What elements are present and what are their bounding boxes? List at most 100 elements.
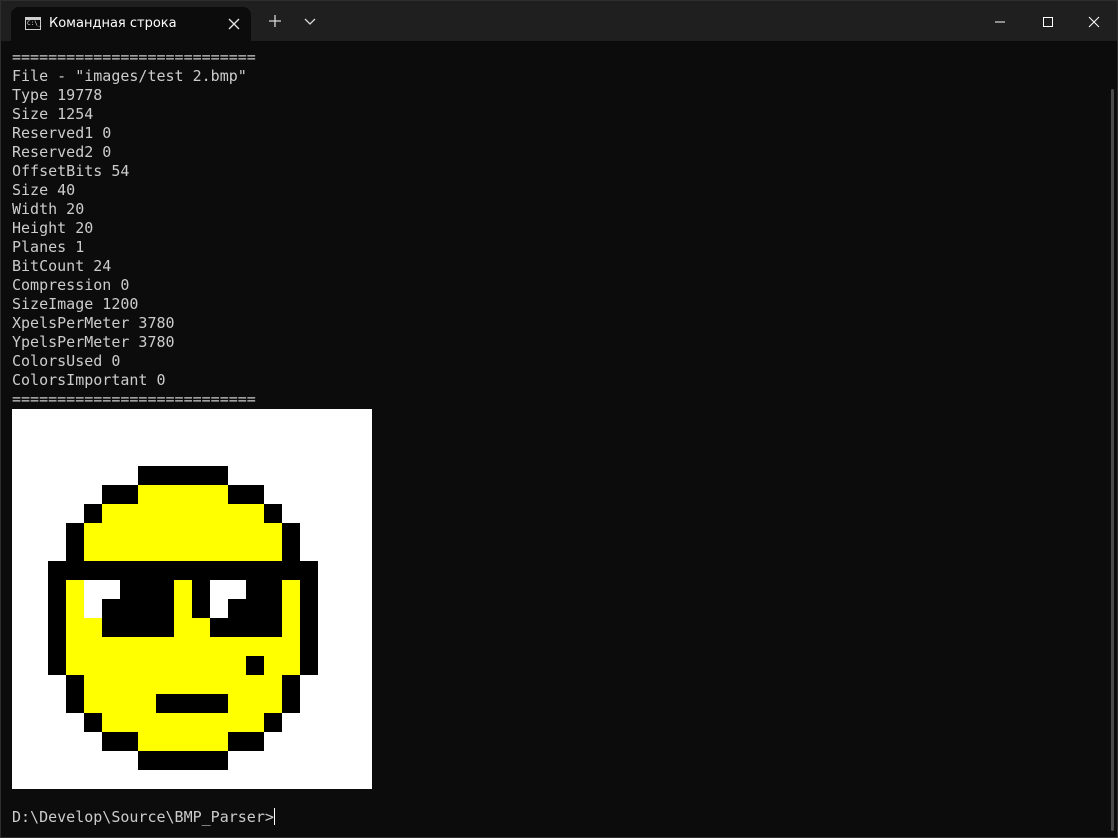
pixel — [102, 523, 120, 542]
pixel — [228, 504, 246, 523]
prompt-path: D:\Develop\Source\BMP_Parser> — [12, 808, 274, 826]
pixel — [156, 732, 174, 751]
window-close-button[interactable] — [1071, 1, 1117, 41]
minimize-icon — [995, 21, 1005, 23]
pixel — [138, 618, 156, 637]
pixel — [84, 713, 102, 732]
pixel — [282, 675, 300, 694]
pixel — [174, 504, 192, 523]
pixel — [228, 561, 246, 580]
pixel — [156, 599, 174, 618]
pixel — [84, 637, 102, 656]
console-output[interactable]: =========================== File - "image… — [12, 48, 1102, 409]
maximize-button[interactable] — [1025, 1, 1071, 41]
pixel — [66, 561, 84, 580]
pixel — [102, 713, 120, 732]
pixel — [48, 561, 66, 580]
pixel — [156, 523, 174, 542]
pixel — [138, 656, 156, 675]
pixel — [282, 656, 300, 675]
pixel — [66, 618, 84, 637]
pixel — [84, 523, 102, 542]
console-line: Size 1254 — [12, 105, 94, 123]
pixel — [174, 694, 192, 713]
console-line: Planes 1 — [12, 238, 85, 256]
pixel — [192, 485, 210, 504]
pixel — [174, 485, 192, 504]
pixel — [156, 504, 174, 523]
command-prompt-line[interactable]: D:\Develop\Source\BMP_Parser> — [12, 808, 275, 827]
pixel — [246, 561, 264, 580]
tab-command-prompt[interactable]: C:\_ Командная строка — [11, 7, 251, 41]
pixel — [120, 618, 138, 637]
scrollbar[interactable] — [1111, 89, 1114, 831]
pixel — [120, 561, 138, 580]
pixel — [174, 675, 192, 694]
pixel — [210, 637, 228, 656]
pixel — [156, 694, 174, 713]
pixel — [282, 580, 300, 599]
pixel — [246, 656, 264, 675]
pixel — [48, 656, 66, 675]
pixel — [228, 694, 246, 713]
pixel — [156, 561, 174, 580]
pixel — [246, 542, 264, 561]
tab-close-button[interactable] — [225, 15, 243, 33]
pixel — [264, 637, 282, 656]
pixel — [246, 618, 264, 637]
pixel — [300, 618, 318, 637]
console-line: Width 20 — [12, 200, 85, 218]
new-tab-button[interactable] — [261, 9, 289, 33]
pixel — [192, 751, 210, 770]
pixel — [228, 485, 246, 504]
pixel — [48, 580, 66, 599]
title-bar[interactable]: C:\_ Командная строка — [1, 1, 1117, 41]
pixel — [264, 713, 282, 732]
pixel — [300, 656, 318, 675]
pixel — [156, 485, 174, 504]
pixel — [228, 713, 246, 732]
pixel — [228, 637, 246, 656]
pixel — [282, 694, 300, 713]
pixel — [138, 523, 156, 542]
pixel — [174, 713, 192, 732]
pixel — [300, 561, 318, 580]
pixel — [210, 618, 228, 637]
pixel — [66, 637, 84, 656]
pixel — [246, 485, 264, 504]
tab-dropdown-button[interactable] — [296, 9, 324, 33]
pixel — [66, 542, 84, 561]
pixel — [282, 523, 300, 542]
pixel — [66, 656, 84, 675]
pixel — [210, 751, 228, 770]
pixel — [264, 504, 282, 523]
pixel — [228, 542, 246, 561]
pixel — [138, 580, 156, 599]
pixel — [192, 599, 210, 618]
console-line: BitCount 24 — [12, 257, 112, 275]
pixel — [192, 713, 210, 732]
pixel — [192, 732, 210, 751]
pixel — [174, 732, 192, 751]
pixel — [282, 599, 300, 618]
console-line: Reserved1 0 — [12, 124, 112, 142]
pixel — [174, 542, 192, 561]
pixel — [120, 694, 138, 713]
pixel — [102, 618, 120, 637]
console-line: ColorsImportant 0 — [12, 371, 166, 389]
console-line: Size 40 — [12, 181, 76, 199]
pixel — [210, 675, 228, 694]
pixel — [192, 523, 210, 542]
pixel — [138, 542, 156, 561]
pixel — [102, 637, 120, 656]
pixel — [174, 561, 192, 580]
text-cursor — [273, 808, 275, 825]
cmd-icon: C:\_ — [25, 17, 41, 30]
console-line: Height 20 — [12, 219, 94, 237]
pixel — [282, 637, 300, 656]
pixel — [300, 599, 318, 618]
minimize-button[interactable] — [977, 1, 1023, 41]
pixel — [156, 466, 174, 485]
pixel — [264, 675, 282, 694]
pixel — [210, 504, 228, 523]
